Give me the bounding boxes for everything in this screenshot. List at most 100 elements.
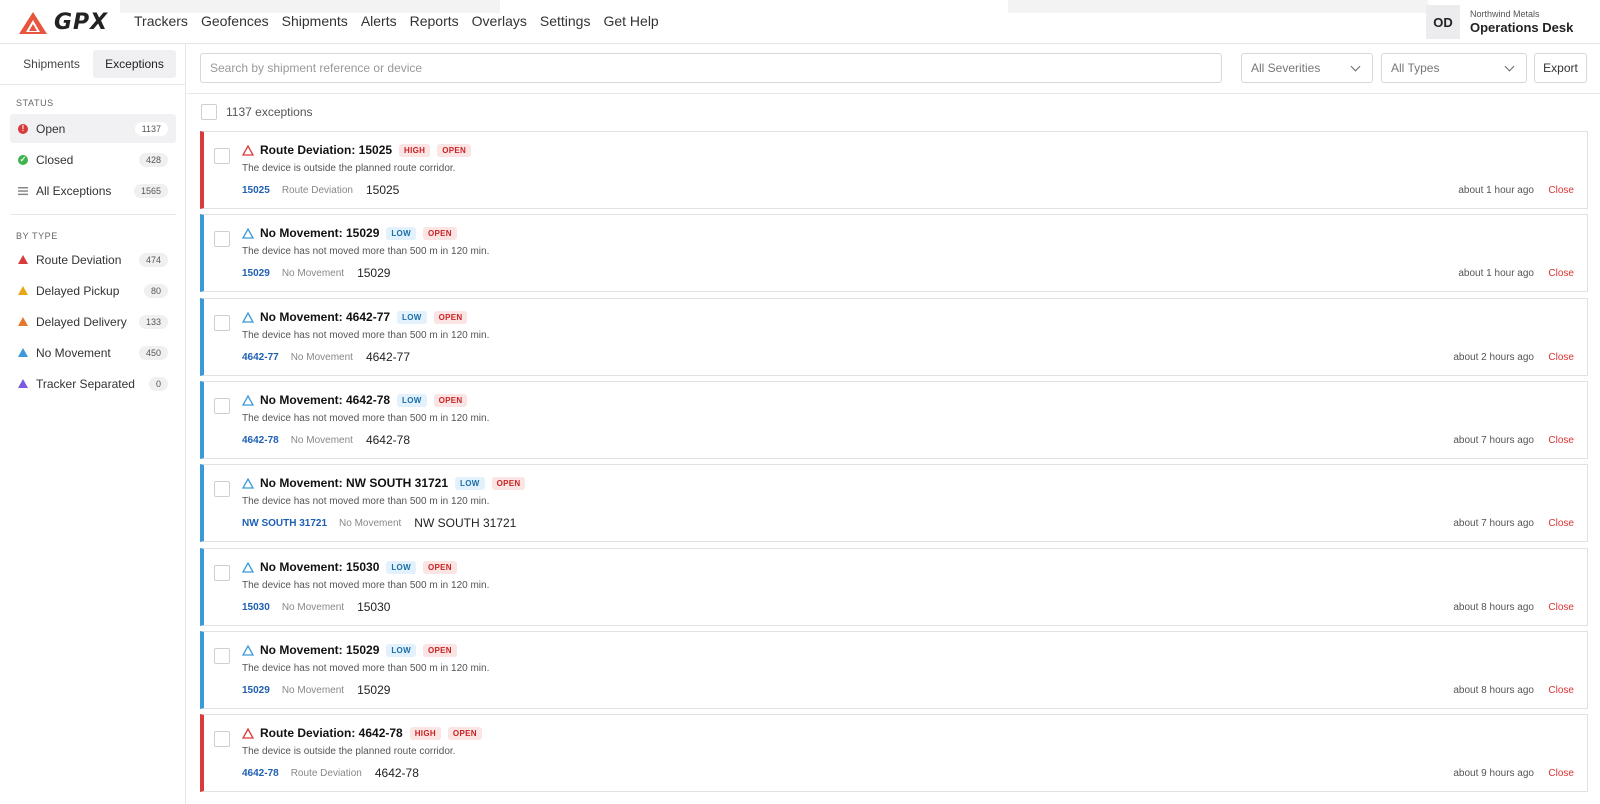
timestamp: about 8 hours ago [1453, 685, 1534, 696]
warning-triangle-icon [242, 311, 254, 323]
tab-shipments[interactable]: Shipments [10, 50, 93, 78]
by-type-heading: BY TYPE [16, 231, 58, 241]
exception-title[interactable]: Route Deviation: 15025 [260, 143, 392, 157]
close-exception-button[interactable]: Close [1548, 435, 1574, 446]
sidebar-item-no-movement[interactable]: No Movement 450 [10, 338, 176, 367]
row-checkbox[interactable] [214, 565, 230, 581]
shipment-reference-link[interactable]: 4642-78 [242, 435, 279, 446]
main-nav: Trackers Geofences Shipments Alerts Repo… [134, 13, 659, 29]
sidebar-item-all-exceptions[interactable]: All Exceptions 1565 [10, 176, 176, 205]
divider [0, 84, 186, 85]
shipment-reference-link[interactable]: 15030 [242, 602, 270, 613]
sidebar-item-label: No Movement [36, 345, 111, 360]
sidebar-item-delayed-delivery[interactable]: Delayed Delivery 133 [10, 307, 176, 336]
device-id: 15025 [365, 183, 400, 197]
shipment-reference-link[interactable]: 4642-78 [242, 768, 279, 779]
exception-card[interactable]: No Movement: 15029 LOW OPEN The device h… [200, 631, 1588, 709]
status-badge: OPEN [433, 393, 468, 407]
severity-badge: LOW [386, 560, 416, 574]
warning-triangle-icon [18, 286, 28, 295]
device-id: 15030 [357, 600, 391, 614]
close-exception-button[interactable]: Close [1548, 685, 1574, 696]
exception-description: The device has not moved more than 500 m… [242, 496, 490, 507]
exception-title[interactable]: No Movement: 4642-77 [260, 310, 390, 324]
warning-triangle-icon [242, 561, 254, 573]
tab-exceptions[interactable]: Exceptions [93, 50, 176, 78]
row-checkbox[interactable] [214, 481, 230, 497]
exception-header: No Movement: 15030 LOW OPEN [242, 560, 457, 574]
shipment-reference-link[interactable]: NW SOUTH 31721 [242, 518, 327, 529]
exception-meta: 4642-77 No Movement 4642-77 [242, 350, 410, 364]
warning-triangle-icon [18, 255, 28, 264]
shipment-reference-link[interactable]: 4642-77 [242, 352, 279, 363]
severity-filter-select[interactable]: All Severities [1241, 53, 1373, 83]
shipment-reference-link[interactable]: 15029 [242, 685, 270, 696]
avatar[interactable]: OD [1426, 5, 1460, 39]
nav-get-help[interactable]: Get Help [603, 13, 658, 29]
nav-shipments[interactable]: Shipments [282, 13, 348, 29]
exception-card[interactable]: No Movement: 15030 LOW OPEN The device h… [200, 548, 1588, 626]
sidebar-item-tracker-separated[interactable]: Tracker Separated 0 [10, 369, 176, 398]
export-button[interactable]: Export [1534, 53, 1587, 83]
exception-title[interactable]: No Movement: 15030 [260, 560, 379, 574]
exception-header: No Movement: 4642-78 LOW OPEN [242, 393, 468, 407]
exception-type: No Movement [281, 601, 345, 613]
sidebar-item-closed[interactable]: ✓ Closed 428 [10, 145, 176, 174]
close-exception-button[interactable]: Close [1548, 518, 1574, 529]
device-id: 15029 [357, 266, 391, 280]
exception-title[interactable]: No Movement: 15029 [260, 226, 379, 240]
exception-card[interactable]: No Movement: NW SOUTH 31721 LOW OPEN The… [200, 464, 1588, 542]
exception-title[interactable]: Route Deviation: 4642-78 [260, 726, 403, 740]
search-input[interactable] [200, 53, 1222, 83]
row-checkbox[interactable] [214, 315, 230, 331]
exception-card[interactable]: No Movement: 4642-77 LOW OPEN The device… [200, 298, 1588, 376]
row-checkbox[interactable] [214, 398, 230, 414]
gpx-logo[interactable]: GPX [18, 10, 108, 35]
close-exception-button[interactable]: Close [1548, 185, 1574, 196]
exception-card[interactable]: Route Deviation: 15025 HIGH OPEN The dev… [200, 131, 1588, 209]
shipment-reference-link[interactable]: 15025 [242, 185, 270, 196]
exception-description: The device has not moved more than 500 m… [242, 413, 490, 424]
exception-title[interactable]: No Movement: 4642-78 [260, 393, 390, 407]
exception-card[interactable]: Route Deviation: 4642-78 HIGH OPEN The d… [200, 714, 1588, 792]
row-checkbox[interactable] [214, 148, 230, 164]
row-checkbox[interactable] [214, 731, 230, 747]
logo-mark-icon [19, 11, 47, 34]
count-badge: 0 [148, 376, 168, 391]
exception-meta: 4642-78 Route Deviation 4642-78 [242, 766, 419, 780]
nav-alerts[interactable]: Alerts [361, 13, 397, 29]
severity-badge: LOW [386, 643, 416, 657]
close-exception-button[interactable]: Close [1548, 352, 1574, 363]
sidebar-item-open[interactable]: ! Open 1137 [10, 114, 176, 143]
nav-settings[interactable]: Settings [540, 13, 591, 29]
nav-reports[interactable]: Reports [410, 13, 459, 29]
select-all-checkbox[interactable] [201, 104, 217, 120]
device-id: 4642-78 [374, 766, 419, 780]
background-strip [1008, 0, 1428, 13]
exception-title[interactable]: No Movement: 15029 [260, 643, 379, 657]
nav-overlays[interactable]: Overlays [472, 13, 527, 29]
sidebar-item-route-deviation[interactable]: Route Deviation 474 [10, 245, 176, 274]
account-text: Northwind Metals Operations Desk [1470, 9, 1573, 35]
close-exception-button[interactable]: Close [1548, 602, 1574, 613]
sidebar-item-label: Delayed Pickup [36, 283, 120, 298]
row-checkbox[interactable] [214, 648, 230, 664]
nav-trackers[interactable]: Trackers [134, 13, 188, 29]
timestamp: about 2 hours ago [1453, 352, 1534, 363]
close-exception-button[interactable]: Close [1548, 768, 1574, 779]
timestamp: about 9 hours ago [1453, 768, 1534, 779]
type-filter-select[interactable]: All Types [1381, 53, 1527, 83]
exception-description: The device is outside the planned route … [242, 163, 456, 174]
exception-title[interactable]: No Movement: NW SOUTH 31721 [260, 476, 448, 490]
severity-badge: LOW [386, 226, 416, 240]
close-exception-button[interactable]: Close [1548, 268, 1574, 279]
account-menu[interactable]: OD Northwind Metals Operations Desk [1426, 5, 1573, 39]
exception-card[interactable]: No Movement: 4642-78 LOW OPEN The device… [200, 381, 1588, 459]
row-checkbox[interactable] [214, 231, 230, 247]
sidebar-item-label: Closed [36, 152, 74, 167]
exception-card[interactable]: No Movement: 15029 LOW OPEN The device h… [200, 214, 1588, 292]
nav-geofences[interactable]: Geofences [201, 13, 269, 29]
main-content: All Severities All Types Export 1137 exc… [187, 44, 1600, 804]
sidebar-item-delayed-pickup[interactable]: Delayed Pickup 80 [10, 276, 176, 305]
shipment-reference-link[interactable]: 15029 [242, 268, 270, 279]
